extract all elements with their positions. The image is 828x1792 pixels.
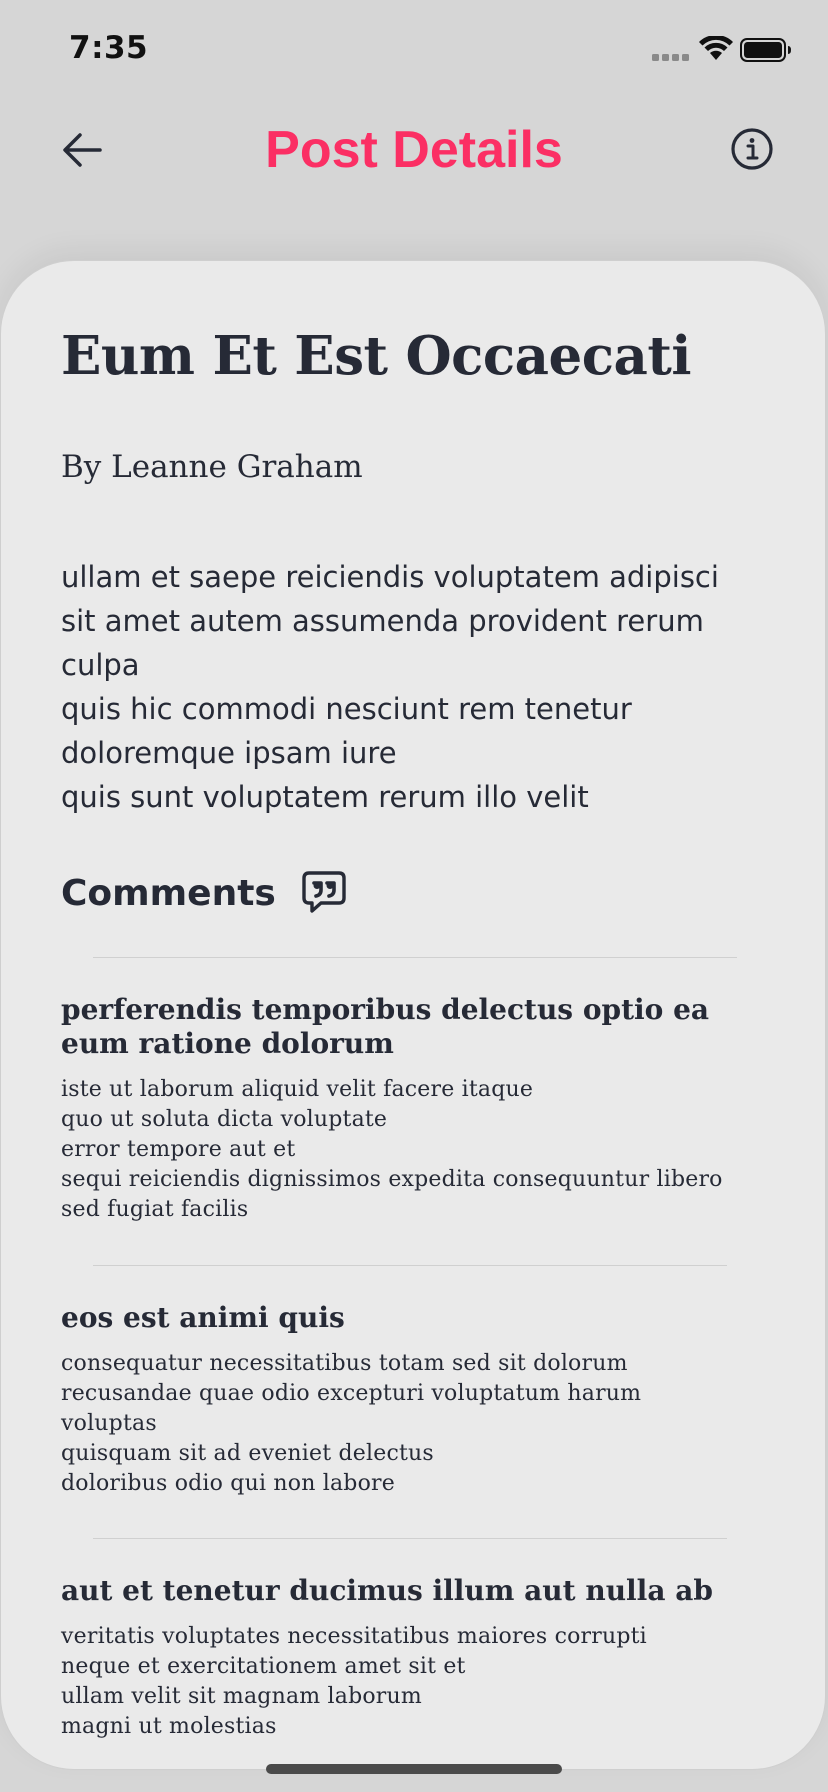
comments-heading: Comments: [61, 873, 276, 914]
post-title: Eum Et Est Occaecati: [61, 325, 691, 387]
navigation-bar: Post Details: [0, 100, 828, 200]
comment-divider: [93, 1265, 727, 1266]
post-body: ullam et saepe reiciendis voluptatem adi…: [61, 560, 719, 814]
comment-body: iste ut laborum aliquid velit facere ita…: [61, 1077, 723, 1222]
comment-divider: [93, 1538, 727, 1539]
quote-chat-icon: [302, 871, 346, 913]
comment-title: perferendis temporibus delectus optio ea…: [61, 993, 710, 1060]
post-author: By Leanne Graham: [61, 449, 363, 485]
post-card: Eum Et Est Occaecati By Leanne Graham ul…: [0, 260, 826, 1770]
page-title: Post Details: [265, 121, 563, 179]
status-bar: 7:35: [0, 0, 828, 100]
comment-item: perferendis temporibus delectus optio ea…: [61, 993, 781, 1225]
comment-body: consequatur necessitatibus totam sed sit…: [61, 1351, 642, 1496]
status-time: 7:35: [69, 30, 149, 66]
comment-divider: [93, 957, 737, 958]
wifi-icon: [699, 36, 733, 60]
comment-item: eos est animi quis consequatur necessita…: [61, 1301, 781, 1499]
info-circle-icon: [731, 128, 773, 170]
comment-title: eos est animi quis: [61, 1301, 345, 1334]
home-indicator[interactable]: [266, 1764, 562, 1774]
battery-icon: [740, 38, 791, 62]
comment-item: aut et tenetur ducimus illum aut nulla a…: [61, 1574, 781, 1742]
cellular-signal-icon: [652, 54, 689, 61]
comment-body: veritatis voluptates necessitatibus maio…: [61, 1624, 647, 1739]
info-button[interactable]: [728, 125, 776, 173]
comment-title: aut et tenetur ducimus illum aut nulla a…: [61, 1574, 713, 1607]
